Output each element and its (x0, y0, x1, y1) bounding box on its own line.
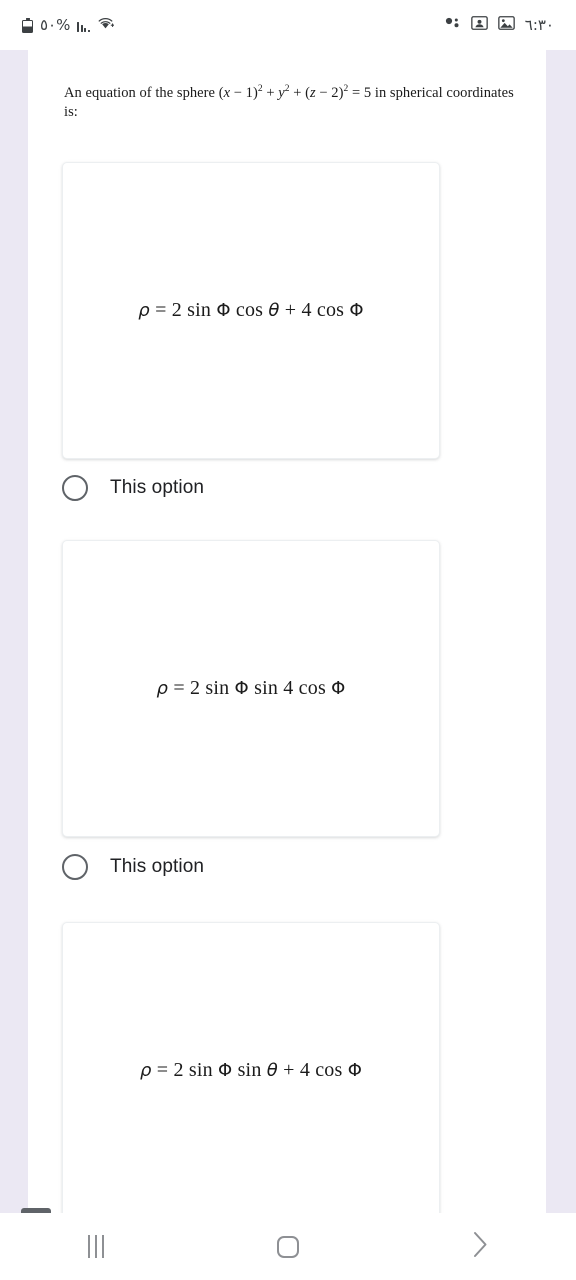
status-bar-left-group: ٥٠% (22, 15, 115, 35)
formula-1-phi-1: Φ (216, 300, 231, 321)
battery-icon (22, 17, 33, 33)
formula-2-tail: cos (293, 677, 332, 699)
option-image-card-1[interactable]: ρ = 2 sin Φ cos θ + 4 cos Φ (62, 162, 440, 459)
option-image-card-3[interactable]: ρ = 2 sin Φ sin θ + 4 cos Φ (62, 922, 440, 1213)
status-bar-right-group: ٦:٣٠ (445, 15, 554, 35)
radio-button-2[interactable] (62, 854, 88, 880)
back-chevron-icon (472, 1231, 489, 1263)
recents-icon (88, 1235, 104, 1258)
formula-1-fn: cos (230, 299, 269, 321)
battery-percent-label: ٥٠% (40, 15, 71, 34)
page-background: An equation of the sphere (x − 1)2 + y2 … (0, 50, 576, 1241)
formula-1-phi-2: Φ (349, 300, 364, 321)
formula-2-phi-1: Φ (234, 678, 249, 699)
formula-3-equals: = 2 sin (151, 1059, 218, 1081)
option-image-card-2[interactable]: ρ = 2 sin Φ sin 4 cos Φ (62, 540, 440, 837)
android-navigation-bar (0, 1213, 576, 1280)
contacts-icon (470, 15, 488, 35)
formula-1-tail: + 4 cos (279, 299, 350, 321)
notification-dots-icon (445, 16, 461, 34)
option-formula-1: ρ = 2 sin Φ cos θ + 4 cos Φ (138, 299, 363, 322)
photo-icon (497, 15, 515, 35)
formula-3-tail: + 4 cos (277, 1059, 348, 1081)
option-radio-row-2[interactable]: This option (62, 847, 440, 887)
question-prompt: An equation of the sphere (x − 1)2 + y2 … (64, 84, 522, 122)
question-mid-1: − 1) (230, 85, 258, 101)
question-plus-2: + ( (289, 85, 311, 101)
formula-1-theta: θ (268, 300, 280, 321)
option-formula-3: ρ = 2 sin Φ sin θ + 4 cos Φ (140, 1059, 362, 1082)
signal-bars-icon (77, 19, 90, 32)
formula-2-rho: ρ (156, 678, 169, 699)
formula-2-fn: sin (248, 677, 284, 699)
formula-3-rho: ρ (139, 1060, 152, 1081)
formula-2-phi-2: Φ (331, 678, 346, 699)
recents-button[interactable] (0, 1213, 192, 1280)
home-button[interactable] (192, 1213, 384, 1280)
formula-2-equals: = 2 sin (168, 677, 235, 699)
option-radio-row-1[interactable]: This option (62, 468, 440, 508)
formula-1-equals: = 2 sin (149, 299, 217, 321)
wifi-icon (97, 16, 115, 35)
formula-3-phi-1: Φ (218, 1060, 233, 1081)
quiz-content-area: An equation of the sphere (x − 1)2 + y2 … (28, 50, 546, 1213)
back-button[interactable] (384, 1213, 576, 1280)
formula-3-fn: sin (232, 1059, 267, 1081)
option-formula-2: ρ = 2 sin Φ sin 4 cos Φ (156, 677, 345, 700)
formula-3-phi-2: Φ (347, 1060, 363, 1081)
radio-label-1: This option (110, 477, 205, 498)
question-mid-2: − 2) (315, 85, 344, 101)
question-prefix: An equation of the sphere ( (64, 85, 224, 101)
status-bar-clock: ٦:٣٠ (524, 15, 554, 34)
status-bar: ٥٠% ٦:٣٠ (0, 0, 576, 50)
formula-2-theta: 4 (283, 677, 294, 699)
radio-label-2: This option (110, 856, 205, 877)
formula-1-rho: ρ (138, 300, 150, 321)
formula-3-theta: θ (266, 1060, 278, 1081)
question-plus-1: + (262, 85, 279, 101)
radio-button-1[interactable] (62, 475, 88, 501)
home-icon (277, 1235, 299, 1258)
